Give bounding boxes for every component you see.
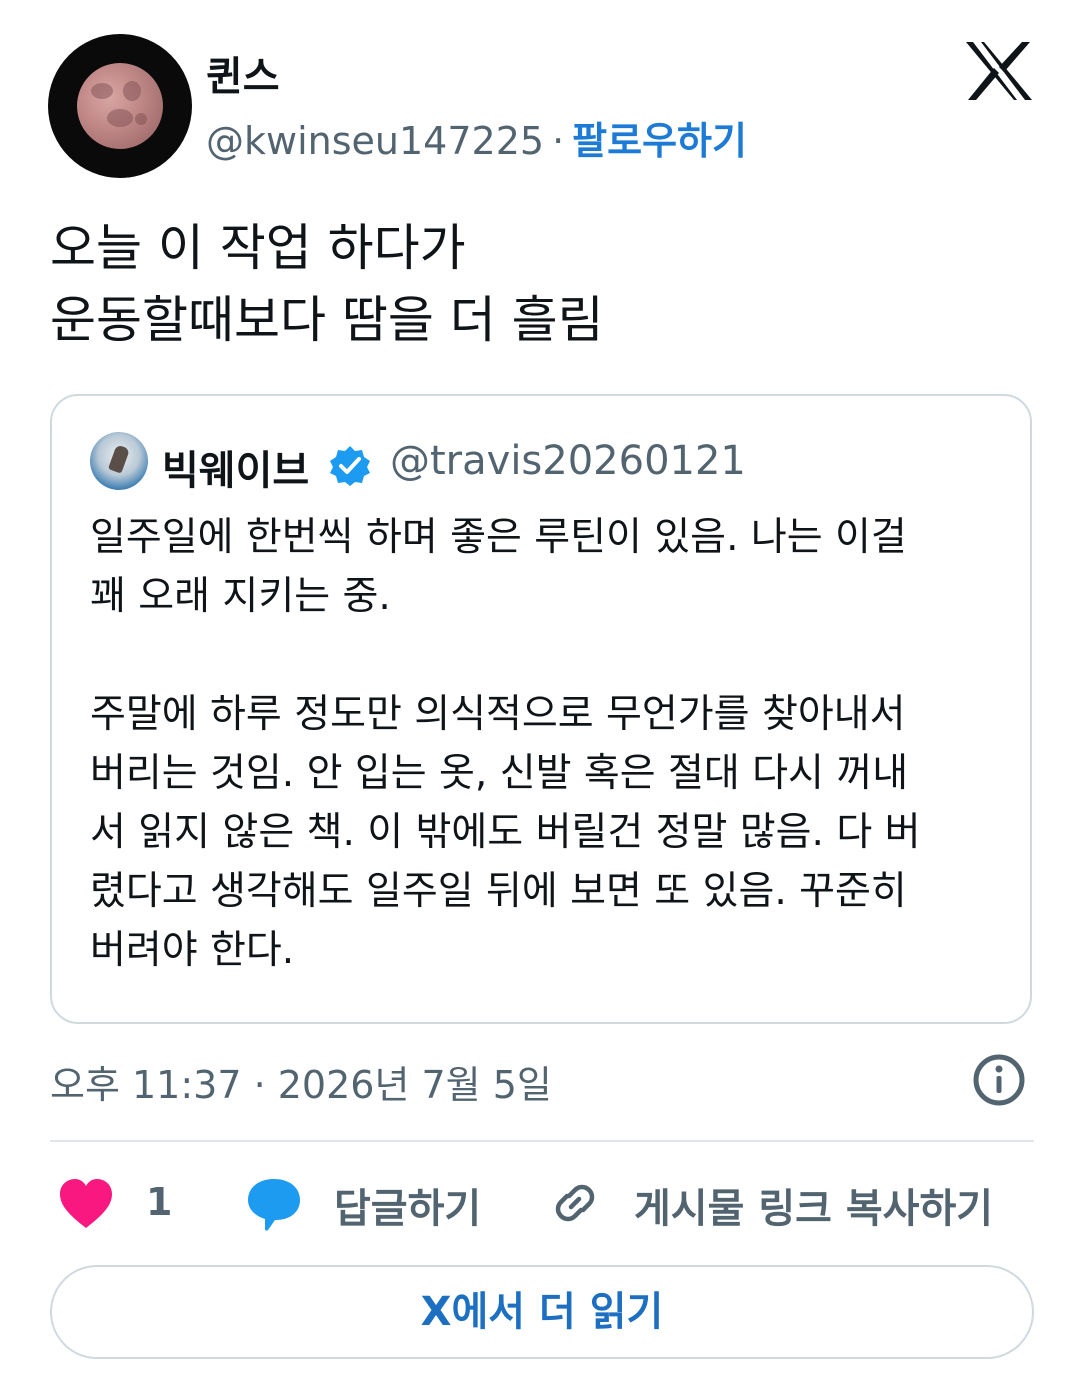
quoted-author-handle: @travis20260121: [390, 438, 746, 484]
separator-dot: ·: [552, 119, 565, 163]
quoted-tweet[interactable]: 빅웨이브 @travis20260121 일주일에 한번씩 하며 좋은 루틴이 …: [50, 394, 1032, 1024]
quoted-tweet-body: 일주일에 한번씩 하며 좋은 루틴이 있음. 나는 이걸 꽤 오래 지키는 중.…: [90, 515, 921, 973]
quoted-author-name: 빅웨이브: [162, 448, 310, 494]
tweet-line: 오늘 이 작업 하다가: [50, 219, 466, 277]
tweet-text: 오늘 이 작업 하다가 운동할때보다 땀을 더 흘림: [50, 212, 604, 356]
follow-button[interactable]: 팔로우하기: [572, 119, 747, 163]
divider: [50, 1140, 1034, 1142]
link-icon[interactable]: [548, 1176, 602, 1230]
embedded-tweet-card: 퀸스 @kwinseu147225 · 팔로우하기 오늘 이 작업 하다가 운동할때…: [0, 0, 1084, 1375]
reply-button[interactable]: 답글하기: [334, 1176, 481, 1234]
like-count: 1: [146, 1180, 173, 1224]
tweet-line: 운동할때보다 땀을 더 흘림: [50, 291, 604, 349]
copy-link-button[interactable]: 게시물 링크 복사하기: [634, 1176, 993, 1234]
quoted-author-avatar: [90, 432, 148, 490]
action-bar: 1 답글하기 게시물 링크 복사하기: [0, 1170, 1084, 1240]
heart-icon[interactable]: [58, 1178, 114, 1230]
info-icon[interactable]: [972, 1053, 1026, 1107]
tweet-timestamp[interactable]: 오후 11:37 · 2026년 7월 5일: [50, 1054, 552, 1109]
verified-badge-icon: [330, 446, 370, 486]
speech-bubble-icon[interactable]: [246, 1176, 302, 1232]
read-more-button[interactable]: X에서 더 읽기: [50, 1265, 1034, 1359]
x-logo-icon[interactable]: [964, 40, 1034, 102]
author-name[interactable]: 퀸스: [206, 44, 280, 102]
author-handle-row: @kwinseu147225 · 팔로우하기: [206, 110, 747, 165]
moon-image: [77, 63, 163, 149]
author-avatar[interactable]: [48, 34, 192, 178]
author-handle[interactable]: @kwinseu147225: [206, 119, 544, 163]
